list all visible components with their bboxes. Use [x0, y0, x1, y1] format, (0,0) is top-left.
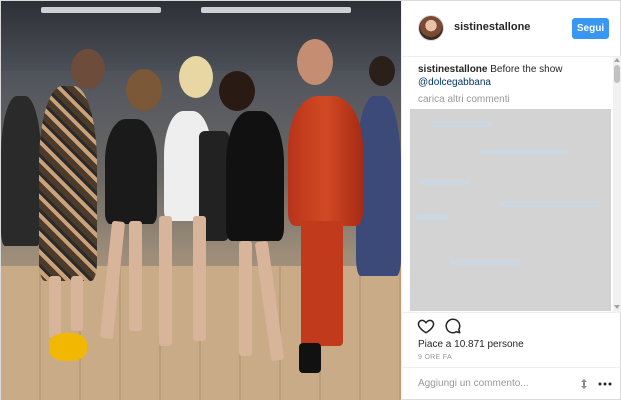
post-sidebar: sistinestallone Segui sistinestallone Be…	[401, 1, 621, 400]
scroll-thumb[interactable]	[614, 65, 620, 83]
caption-username[interactable]: sistinestallone	[418, 64, 487, 75]
avatar[interactable]	[418, 15, 444, 41]
photo-head	[297, 39, 333, 85]
post-photo[interactable]	[1, 1, 401, 400]
photo-shoes	[299, 343, 321, 373]
blurred-comment	[432, 121, 492, 127]
photo-figure	[1, 96, 41, 246]
blurred-comment	[500, 201, 600, 207]
caption: sistinestallone Before the show @dolcega…	[418, 63, 608, 89]
photo-leg	[129, 221, 142, 331]
post-timestamp[interactable]: 9 ORE FA	[418, 354, 452, 361]
photo-leg	[239, 241, 252, 356]
caption-text: Before the show	[490, 64, 563, 75]
heart-icon[interactable]	[417, 317, 435, 335]
blurred-comment	[480, 149, 570, 155]
photo-head	[219, 71, 255, 111]
comments-scrollbar[interactable]	[613, 57, 621, 312]
more-options-icon[interactable]	[598, 378, 612, 390]
photo-figure	[39, 86, 97, 281]
loading-icon	[581, 379, 587, 389]
post-header: sistinestallone Segui	[402, 1, 621, 57]
instagram-post: sistinestallone Segui sistinestallone Be…	[0, 0, 621, 400]
photo-light	[41, 7, 161, 13]
blurred-comment	[416, 214, 448, 220]
photo-figure	[226, 111, 284, 241]
comment-icon[interactable]	[444, 317, 462, 335]
add-comment-input[interactable]: Aggiungi un commento...	[418, 378, 529, 389]
photo-leg	[49, 276, 61, 338]
caption-mention[interactable]: @dolcegabbana	[418, 76, 608, 89]
photo-head	[126, 69, 162, 111]
photo-head	[71, 49, 105, 89]
post-actions: Piace a 10.871 persone 9 ORE FA	[402, 312, 621, 362]
blurred-comment	[450, 259, 520, 265]
photo-head	[369, 56, 395, 86]
load-more-comments-link[interactable]: carica altri commenti	[418, 94, 510, 105]
follow-button[interactable]: Segui	[572, 18, 609, 39]
photo-trousers	[301, 221, 343, 346]
likes-count[interactable]: Piace a 10.871 persone	[418, 339, 524, 350]
scroll-up-arrow-icon[interactable]	[614, 58, 620, 62]
comments-overlay	[410, 109, 611, 311]
photo-leg	[193, 216, 206, 341]
photo-head	[179, 56, 213, 98]
photo-figure	[105, 119, 157, 224]
add-comment-bar: Aggiungi un commento...	[402, 367, 621, 400]
photo-light	[201, 7, 351, 13]
header-username[interactable]: sistinestallone	[454, 21, 530, 33]
photo-leg	[71, 276, 83, 331]
comments-section: sistinestallone Before the show @dolcega…	[402, 57, 621, 312]
photo-leg	[159, 216, 172, 346]
scroll-down-arrow-icon[interactable]	[614, 305, 620, 309]
photo-figure	[288, 96, 363, 226]
photo-shoes	[49, 333, 87, 361]
blurred-comment	[420, 179, 470, 185]
